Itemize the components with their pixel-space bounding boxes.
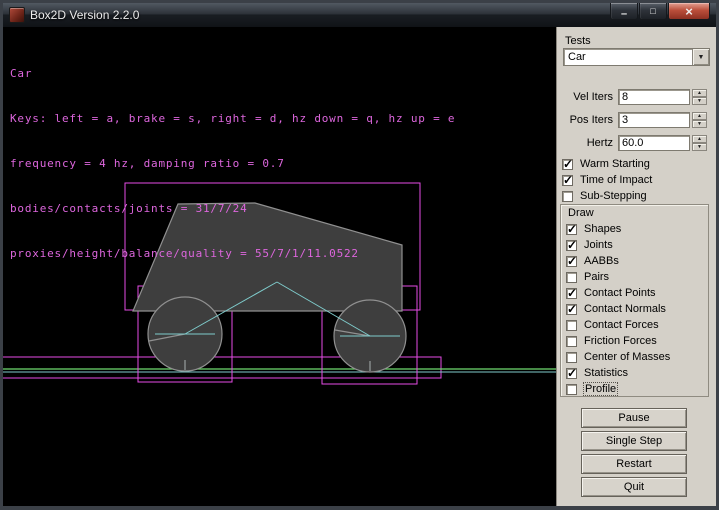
debug-line-keys: Keys: left = a, brake = s, right = d, hz… <box>10 111 455 126</box>
checkbox-box[interactable] <box>566 368 577 379</box>
close-icon: × <box>685 5 693 18</box>
checkbox-box[interactable] <box>566 304 577 315</box>
checkbox-label: Profile <box>584 383 617 395</box>
checkbox-box[interactable] <box>566 384 577 395</box>
button-label: Quit <box>624 481 644 493</box>
dropdown-arrow-button[interactable]: ▼ <box>692 49 709 65</box>
spin-down-icon[interactable]: ▼ <box>692 97 707 105</box>
window-controls: – □ × <box>609 3 710 20</box>
pos-iters-input[interactable]: 3 <box>618 112 690 128</box>
maximize-icon: □ <box>650 7 655 16</box>
button-label: Restart <box>616 458 651 470</box>
simulation-canvas[interactable]: Car Keys: left = a, brake = s, right = d… <box>3 27 556 506</box>
checkbox-label: Shapes <box>584 223 621 235</box>
checkbox-box[interactable] <box>566 240 577 251</box>
tests-label: Tests <box>565 35 591 47</box>
minimize-button[interactable]: – <box>610 3 638 20</box>
checkbox-label: AABBs <box>584 255 619 267</box>
maximize-button[interactable]: □ <box>639 3 667 20</box>
checkbox-label: Contact Forces <box>584 319 659 331</box>
debug-line-proxies: proxies/height/balance/quality = 55/7/1/… <box>10 246 455 261</box>
tests-dropdown-value: Car <box>564 51 692 63</box>
checkbox-box[interactable] <box>566 256 577 267</box>
control-panel: Tests Car ▼ Vel Iters 8 ▲ ▼ Pos Iters 3 … <box>556 27 716 506</box>
spin-up-icon[interactable]: ▲ <box>692 135 707 143</box>
spin-up-icon[interactable]: ▲ <box>692 112 707 120</box>
debug-line-title: Car <box>10 66 455 81</box>
checkbox-box[interactable] <box>566 288 577 299</box>
tests-dropdown[interactable]: Car ▼ <box>563 48 710 66</box>
window-title: Box2D Version 2.2.0 <box>30 8 139 22</box>
checkbox-box[interactable] <box>562 191 573 202</box>
draw-group: Draw Shapes Joints AABBs Pairs Contact P… <box>560 204 709 397</box>
checkbox-label: Pairs <box>584 271 609 283</box>
checkbox-label: Time of Impact <box>580 174 652 186</box>
checkbox-box[interactable] <box>566 352 577 363</box>
single-step-button[interactable]: Single Step <box>581 431 687 451</box>
button-label: Pause <box>618 412 649 424</box>
hertz-row: Hertz 60.0 ▲ ▼ <box>561 135 713 152</box>
vel-iters-input[interactable]: 8 <box>618 89 690 105</box>
checkbox-label: Warm Starting <box>580 158 650 170</box>
chevron-down-icon: ▼ <box>698 54 705 61</box>
pause-button[interactable]: Pause <box>581 408 687 428</box>
debug-line-frequency: frequency = 4 hz, damping ratio = 0.7 <box>10 156 455 171</box>
button-label: Single Step <box>606 435 662 447</box>
checkbox-label: Contact Normals <box>584 303 666 315</box>
debug-line-bodies: bodies/contacts/joints = 31/7/24 <box>10 201 455 216</box>
checkbox-label: Joints <box>584 239 613 251</box>
pos-iters-row: Pos Iters 3 ▲ ▼ <box>561 112 713 129</box>
checkbox-label: Center of Masses <box>584 351 670 363</box>
app-window: Box2D Version 2.2.0 – □ × <box>0 0 719 510</box>
hertz-spinner: ▲ ▼ <box>692 135 707 151</box>
draw-group-label: Draw <box>568 207 594 219</box>
spin-down-icon[interactable]: ▼ <box>692 120 707 128</box>
vel-iters-row: Vel Iters 8 ▲ ▼ <box>561 89 713 106</box>
spin-down-icon[interactable]: ▼ <box>692 143 707 151</box>
checkbox-box[interactable] <box>566 224 577 235</box>
title-bar[interactable]: Box2D Version 2.2.0 – □ × <box>3 3 716 27</box>
pos-iters-spinner: ▲ ▼ <box>692 112 707 128</box>
vel-iters-spinner: ▲ ▼ <box>692 89 707 105</box>
checkbox-label: Friction Forces <box>584 335 657 347</box>
checkbox-box[interactable] <box>562 175 573 186</box>
quit-button[interactable]: Quit <box>581 477 687 497</box>
close-button[interactable]: × <box>668 3 710 20</box>
app-icon <box>9 7 25 23</box>
checkbox-box[interactable] <box>566 336 577 347</box>
checkbox-box[interactable] <box>562 159 573 170</box>
checkbox-box[interactable] <box>566 320 577 331</box>
restart-button[interactable]: Restart <box>581 454 687 474</box>
pos-iters-label: Pos Iters <box>561 114 613 126</box>
hertz-input[interactable]: 60.0 <box>618 135 690 151</box>
minimize-icon: – <box>621 9 627 20</box>
checkbox-label: Contact Points <box>584 287 656 299</box>
debug-text-block: Car Keys: left = a, brake = s, right = d… <box>10 36 455 291</box>
vel-iters-label: Vel Iters <box>561 91 613 103</box>
checkbox-label: Statistics <box>584 367 628 379</box>
spin-up-icon[interactable]: ▲ <box>692 89 707 97</box>
checkbox-label: Sub-Stepping <box>580 190 647 202</box>
hertz-label: Hertz <box>561 137 613 149</box>
checkbox-box[interactable] <box>566 272 577 283</box>
